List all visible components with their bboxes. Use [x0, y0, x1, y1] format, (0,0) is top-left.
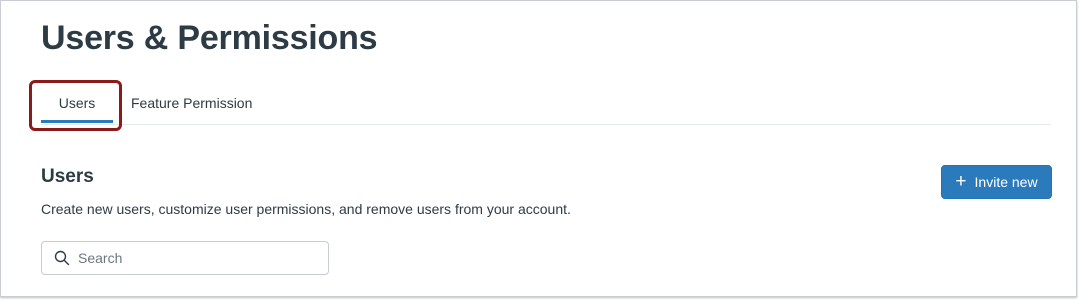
- search-icon: [54, 250, 70, 266]
- search-input[interactable]: [78, 250, 318, 266]
- plus-icon: +: [955, 170, 967, 192]
- section-description: Create new users, customize user permiss…: [41, 201, 571, 217]
- tab-users[interactable]: Users: [41, 85, 113, 123]
- page-title: Users & Permissions: [41, 19, 378, 57]
- search-field[interactable]: [41, 241, 329, 275]
- section-heading: Users: [41, 166, 94, 187]
- app-frame: Users & Permissions Users Feature Permis…: [0, 0, 1077, 297]
- invite-new-button[interactable]: + Invite new: [941, 165, 1052, 199]
- tab-feature-permission[interactable]: Feature Permission: [131, 85, 252, 123]
- tab-bar: Users Feature Permission: [41, 85, 1051, 125]
- invite-new-label: Invite new: [974, 174, 1038, 190]
